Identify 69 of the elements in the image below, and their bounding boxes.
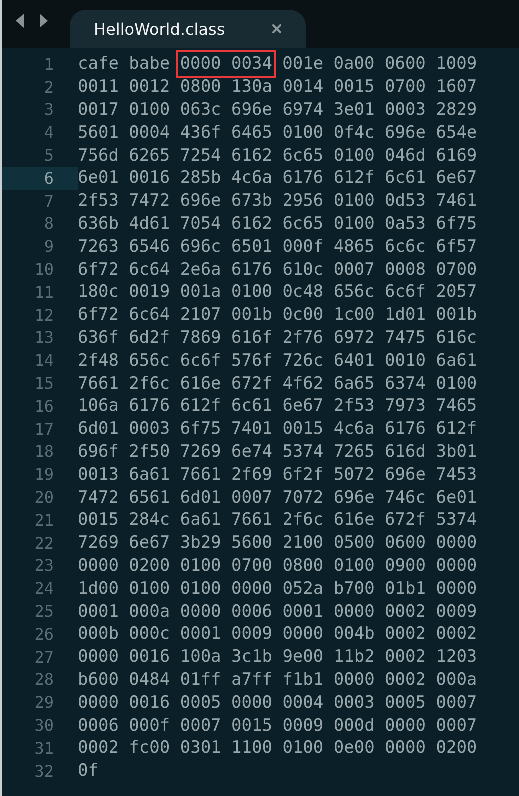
line-number: 25 [34, 601, 55, 623]
line-number: 26 [34, 624, 55, 646]
hex-text: 0000 0016 100a 3c1b 9e00 11b2 0002 1203 [78, 647, 478, 668]
line-number: 3 [43, 99, 55, 122]
hex-text: 2f53 7472 696e 673b 2956 0100 0d53 7461 [78, 191, 478, 212]
hex-text: 0002 fc00 0301 1100 0100 0e00 0000 0200 [78, 738, 478, 758]
line-number: 20 [34, 487, 55, 509]
hex-text: 6f72 6c64 2107 001b 0c00 1c00 1d01 001b [78, 305, 478, 326]
line-number: 21 [34, 510, 55, 532]
hex-text: 636b 4d61 7054 6162 6c65 0100 0a53 6f75 [78, 214, 478, 234]
line-number: 11 [34, 282, 55, 304]
line-number: 14 [34, 350, 55, 372]
line-number: 27 [34, 646, 55, 669]
line-number: 8 [43, 213, 55, 236]
hex-text: 756d 6265 7254 6162 6c65 0100 046d 6169 [78, 146, 478, 166]
hex-text: 0001 000a 0000 0006 0001 0000 0002 0009 [78, 602, 478, 622]
line-number: 5 [43, 145, 55, 167]
forward-arrow-icon [38, 12, 50, 30]
line-number: 19 [34, 464, 55, 486]
hex-text: 1d00 0100 0100 0000 052a b700 01b1 0000 [78, 578, 478, 599]
line-number: 29 [34, 692, 55, 714]
hex-text: 106a 6176 612f 6c61 6e67 2f53 7973 7465 [78, 396, 478, 416]
line-number: 23 [34, 555, 55, 578]
line-number: 4 [43, 122, 55, 144]
line-number: 2 [43, 76, 55, 99]
line-number: 10 [34, 259, 55, 281]
hex-text: 7472 6561 6d01 0007 7072 696e 746c 6e01 [78, 488, 478, 508]
line-number: 18 [34, 441, 55, 464]
line-number: 7 [43, 190, 55, 213]
line-number: 30 [34, 715, 55, 737]
line-number: 24 [34, 578, 55, 600]
line-number: 12 [34, 304, 55, 327]
hex-text: 0017 0100 063c 696e 6974 3e01 0003 2829 [78, 100, 478, 120]
hex-text: 2f48 656c 6c6f 576f 726c 6401 0010 6a61 [78, 350, 478, 371]
line-number: 9 [43, 236, 55, 258]
hex-text: 6e01 0016 285b 4c6a 6176 612f 6c61 6e67 [78, 168, 478, 188]
hex-text: 001e 0a00 0600 1009 [282, 54, 478, 74]
line-number: 13 [34, 327, 55, 350]
hex-text: 5601 0004 436f 6465 0100 0f4c 696e 654e [78, 122, 478, 143]
hex-text: 7269 6e67 3b29 5600 2100 0500 0600 0000 [78, 533, 478, 554]
hex-text: 000b 000c 0001 0009 0000 004b 0002 0002 [78, 624, 478, 644]
hex-text: 0015 284c 6a61 7661 2f6c 616e 672f 5374 [78, 510, 478, 530]
hex-text: 7263 6546 696c 6501 000f 4865 6c6c 6f57 [78, 236, 478, 257]
line-number: 32 [34, 760, 55, 782]
line-number: 28 [34, 669, 55, 692]
close-icon[interactable] [270, 22, 284, 36]
hex-text: 0000 0016 0005 0000 0004 0003 0005 0007 [78, 692, 478, 713]
hex-text: 0011 0012 0800 130a 0014 0015 0700 1607 [78, 77, 478, 98]
hex-text: b600 0484 01ff a7ff f1b1 0000 0002 000a [78, 670, 478, 690]
hex-text: 0f [78, 761, 98, 782]
back-arrow-icon [14, 12, 26, 30]
file-tab[interactable]: HelloWorld.class [70, 10, 306, 48]
line-number: 15 [34, 373, 55, 395]
hex-text: 180c 0019 001a 0100 0c48 656c 6c6f 2057 [78, 282, 478, 302]
line-number: 31 [34, 738, 55, 760]
line-number: 16 [34, 396, 55, 418]
hex-text: 696f 2f50 7269 6e74 5374 7265 616d 3b01 [78, 442, 478, 462]
hex-text: 6f72 6c64 2e6a 6176 610c 0007 0008 0700 [78, 260, 478, 280]
hex-text: 6d01 0003 6f75 7401 0015 4c6a 6176 612f [78, 419, 478, 440]
hex-text: 636f 6d2f 7869 616f 2f76 6972 7475 616c [78, 328, 478, 348]
hex-text: 0006 000f 0007 0015 0009 000d 0000 0007 [78, 716, 478, 736]
hex-text: 0000 0200 0100 0700 0800 0100 0900 0000 [78, 556, 478, 576]
hex-text: cafe babe [78, 54, 170, 74]
hex-text: 7661 2f6c 616e 672f 4f62 6a65 6374 0100 [78, 374, 478, 394]
hex-text: 0013 6a61 7661 2f69 6f2f 5072 696e 7453 [78, 464, 478, 485]
line-number: 1 [43, 54, 55, 76]
line-number: 6 [2, 166, 78, 190]
line-number: 17 [34, 418, 55, 441]
line-number: 22 [34, 532, 55, 555]
